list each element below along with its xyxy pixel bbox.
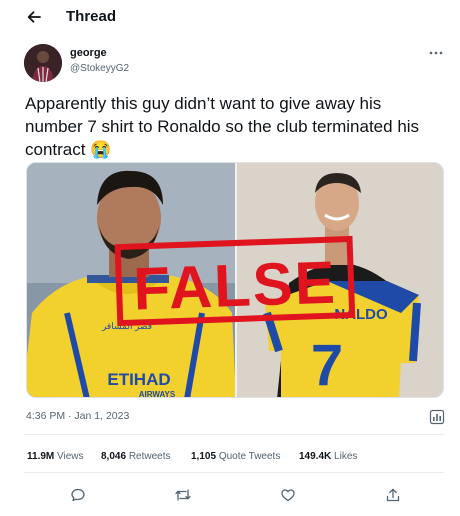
reply-icon[interactable] bbox=[67, 484, 89, 506]
right-jersey-number: 7 bbox=[311, 333, 343, 398]
tweet-media[interactable]: قصر المسافر ETIHAD AIRWAYS NALDO 7 FALSE bbox=[26, 162, 444, 398]
views-label: Views bbox=[57, 451, 84, 462]
back-arrow-icon[interactable] bbox=[22, 5, 46, 29]
divider bbox=[24, 472, 444, 473]
crying-emoji: 😭 bbox=[90, 140, 112, 159]
left-jersey-sponsor: ETIHAD bbox=[107, 370, 170, 389]
views-stat[interactable]: 11.9M Views bbox=[27, 451, 84, 462]
avatar[interactable] bbox=[24, 44, 62, 82]
false-stamp-text: FALSE bbox=[132, 249, 338, 323]
more-icon[interactable] bbox=[424, 45, 448, 61]
thread-header: Thread bbox=[0, 0, 460, 34]
retweet-icon[interactable] bbox=[172, 484, 194, 506]
retweets-stat[interactable]: 8,046 Retweets bbox=[101, 451, 171, 462]
author-handle[interactable]: @StokeyyG2 bbox=[70, 63, 129, 74]
quotes-label: Quote Tweets bbox=[218, 451, 281, 462]
quotes-count: 1,105 bbox=[191, 451, 217, 462]
left-jersey-sponsor-sub: AIRWAYS bbox=[139, 390, 176, 398]
tweet-body: Apparently this guy didn’t want to give … bbox=[25, 94, 420, 159]
tweet-timestamp[interactable]: 4:36 PM · Jan 1, 2023 bbox=[26, 410, 129, 422]
likes-label: Likes bbox=[334, 451, 358, 462]
divider bbox=[24, 434, 444, 435]
likes-count: 149.4K bbox=[299, 451, 332, 462]
retweets-label: Retweets bbox=[128, 451, 171, 462]
retweets-count: 8,046 bbox=[101, 451, 127, 462]
analytics-icon[interactable] bbox=[428, 408, 446, 426]
author-name[interactable]: george bbox=[70, 47, 107, 59]
like-icon[interactable] bbox=[277, 484, 299, 506]
share-icon[interactable] bbox=[382, 484, 404, 506]
page-title: Thread bbox=[66, 8, 117, 25]
tweet-text: Apparently this guy didn’t want to give … bbox=[25, 92, 430, 161]
likes-stat[interactable]: 149.4K Likes bbox=[299, 451, 357, 462]
views-count: 11.9M bbox=[27, 451, 55, 462]
quotes-stat[interactable]: 1,105 Quote Tweets bbox=[191, 451, 280, 462]
